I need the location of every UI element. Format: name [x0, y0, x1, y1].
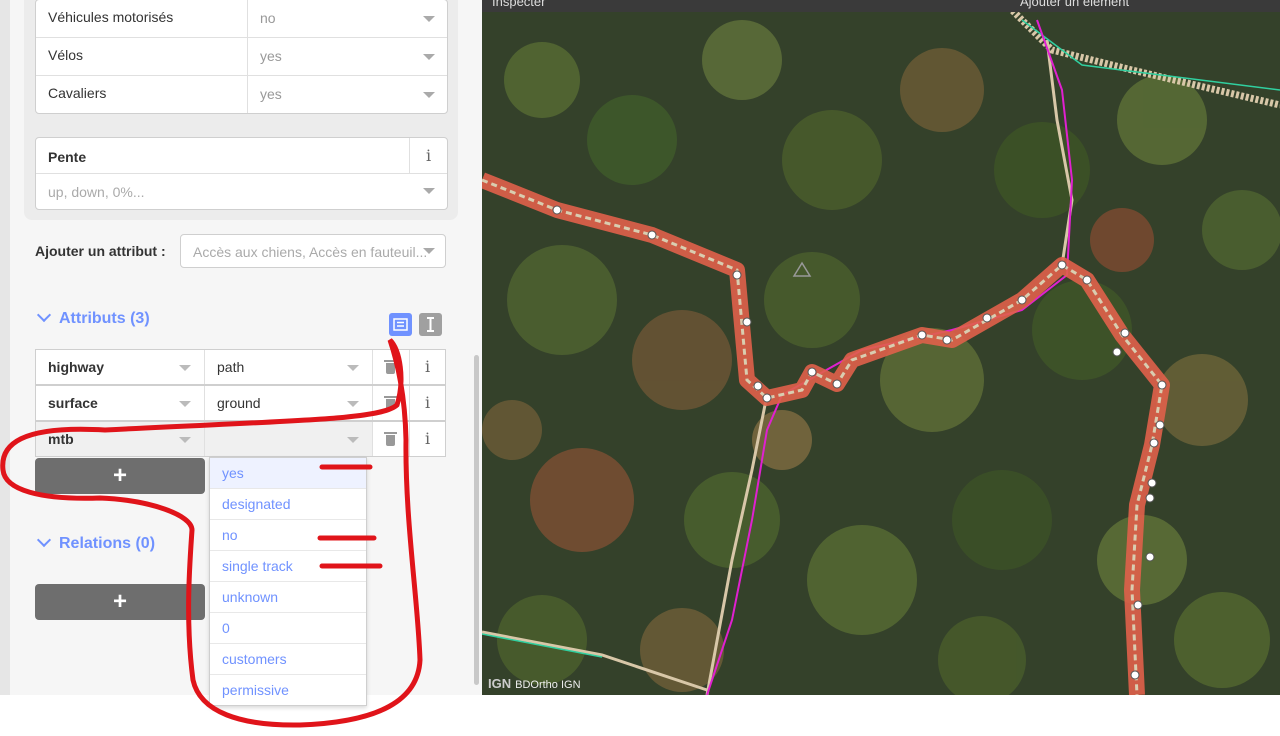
chevron-down-icon [36, 307, 52, 323]
chevron-down-icon [347, 401, 359, 407]
add-attribute-label: Ajouter un attribut : [35, 243, 166, 259]
info-icon[interactable]: i [409, 138, 447, 173]
mtb-value-dropdown: yes designated no single track unknown 0… [209, 457, 367, 706]
tag-key: mtb [48, 431, 74, 447]
chevron-down-icon [179, 437, 191, 443]
access-select[interactable]: yes [247, 76, 447, 113]
access-label: Vélos [48, 47, 84, 63]
tag-key-input[interactable]: surface [36, 386, 205, 420]
sidebar-edge [0, 0, 10, 695]
attributes-title: Attributs (3) [59, 310, 150, 327]
info-icon[interactable]: i [410, 386, 445, 420]
aerial-imagery [482, 0, 1280, 695]
info-icon[interactable]: i [410, 422, 445, 456]
list-icon [393, 318, 408, 331]
map-view[interactable]: Inspecter Ajouter un élément IGN BDOrtho … [482, 0, 1280, 695]
dropdown-option[interactable]: permissive [210, 675, 366, 705]
chevron-down-icon [423, 188, 435, 194]
access-row-horse: Cavaliers yes [36, 76, 447, 113]
tag-key-input[interactable]: mtb [36, 422, 205, 456]
chevron-down-icon [179, 401, 191, 407]
tag-value: ground [217, 395, 261, 411]
incline-input[interactable]: up, down, 0%... [48, 184, 145, 200]
tag-row: highway path i [35, 349, 446, 385]
dropdown-option[interactable]: no [210, 520, 366, 551]
access-value: yes [260, 86, 282, 102]
incline-header: Pente i [36, 138, 447, 174]
ign-logo: IGN [488, 676, 512, 691]
text-cursor-icon [427, 317, 434, 332]
add-feature-label[interactable]: Ajouter un élément [1020, 0, 1129, 9]
access-select[interactable]: yes [247, 38, 447, 75]
imagery-name: BDOrtho IGN [515, 679, 581, 691]
access-row-bicycle: Vélos yes [36, 38, 447, 76]
tag-key: highway [48, 359, 105, 375]
access-row-motor: Véhicules motorisés no [36, 0, 447, 38]
incline-field: Pente i up, down, 0%... [35, 137, 448, 210]
tag-value: path [217, 359, 245, 375]
info-icon[interactable]: i [410, 350, 445, 384]
access-select[interactable]: no [247, 0, 447, 37]
tag-row: mtb i [35, 421, 446, 457]
incline-label: Pente [48, 149, 87, 165]
dropdown-option[interactable]: designated [210, 489, 366, 520]
chevron-down-icon [179, 365, 191, 371]
tag-value-input[interactable]: ground [205, 386, 373, 420]
delete-tag-button[interactable] [373, 386, 410, 420]
dropdown-option[interactable]: unknown [210, 582, 366, 613]
dropdown-option[interactable]: 0 [210, 613, 366, 644]
relations-title: Relations (0) [59, 535, 156, 552]
relations-section-toggle[interactable]: Relations (0) [36, 532, 156, 553]
dropdown-option[interactable]: yes [210, 458, 366, 489]
map-top-toolbar: Inspecter Ajouter un élément [482, 0, 1280, 12]
chevron-down-icon [423, 16, 435, 22]
delete-tag-button[interactable] [373, 350, 410, 384]
chevron-down-icon [347, 365, 359, 371]
inspect-label[interactable]: Inspecter [492, 0, 545, 9]
trash-icon [384, 396, 397, 410]
attributes-section-toggle[interactable]: Attributs (3) [36, 307, 150, 328]
list-view-button[interactable] [389, 313, 412, 336]
access-value: no [260, 10, 276, 26]
scrollbar[interactable] [474, 355, 479, 685]
dropdown-option[interactable]: customers [210, 644, 366, 675]
chevron-down-icon [36, 532, 52, 548]
tag-key: surface [48, 395, 98, 411]
tag-value-input[interactable]: path [205, 350, 373, 384]
add-attribute-placeholder: Accès aux chiens, Accès en fauteuil... [193, 244, 428, 260]
trash-icon [384, 360, 397, 374]
chevron-down-icon [423, 248, 435, 254]
access-label: Cavaliers [48, 85, 107, 101]
tag-row: surface ground i [35, 385, 446, 421]
add-attribute-input[interactable]: Accès aux chiens, Accès en fauteuil... [180, 234, 446, 268]
tag-key-input[interactable]: highway [36, 350, 205, 384]
trash-icon [384, 432, 397, 446]
add-tag-button[interactable]: + [35, 458, 205, 494]
access-table: Véhicules motorisés no Vélos yes Cavalie… [35, 0, 448, 114]
chevron-down-icon [423, 92, 435, 98]
dropdown-option[interactable]: single track [210, 551, 366, 582]
chevron-down-icon [423, 54, 435, 60]
chevron-down-icon [347, 437, 359, 443]
add-relation-button[interactable]: + [35, 584, 205, 620]
text-view-button[interactable] [419, 313, 442, 336]
imagery-attribution: IGN BDOrtho IGN [488, 676, 581, 691]
access-value: yes [260, 48, 282, 64]
tag-value-input[interactable] [205, 422, 373, 456]
access-label: Véhicules motorisés [48, 9, 174, 25]
delete-tag-button[interactable] [373, 422, 410, 456]
